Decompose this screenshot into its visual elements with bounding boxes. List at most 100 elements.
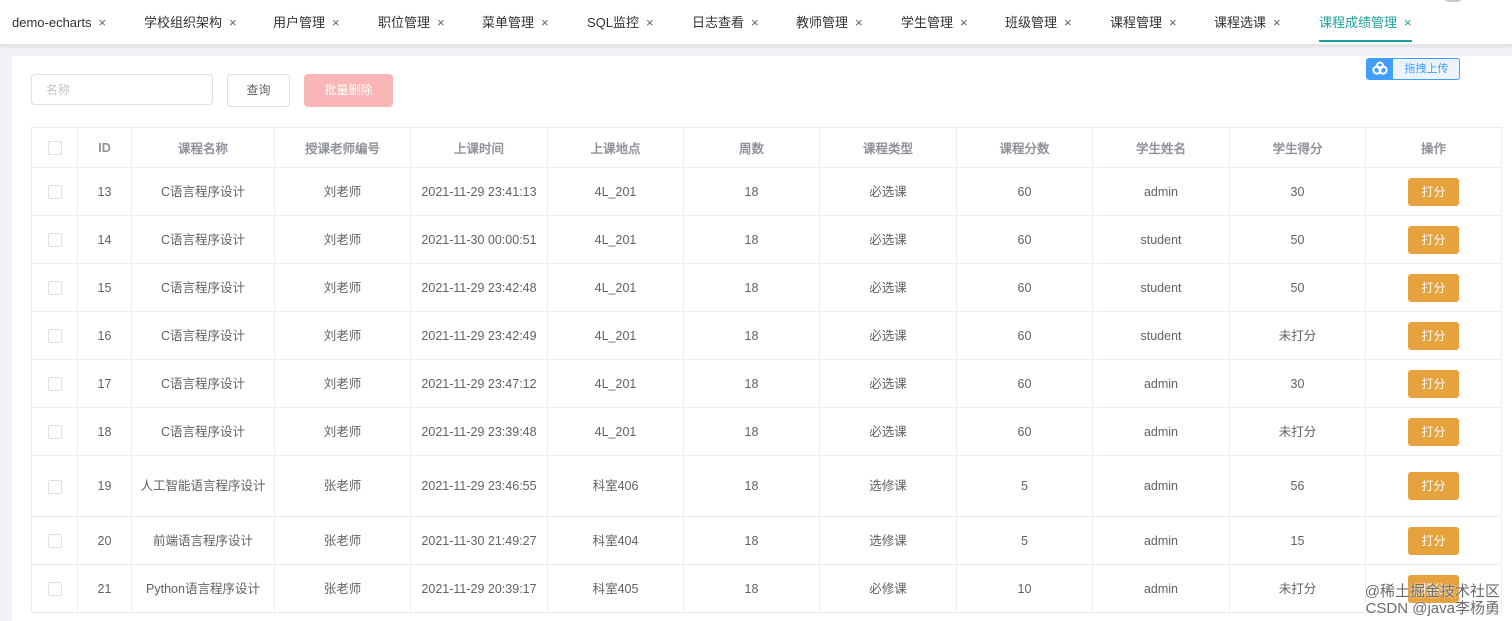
row-checkbox[interactable] [47, 425, 62, 440]
row-checkbox[interactable] [47, 377, 62, 392]
grade-button[interactable]: 打分 [1408, 417, 1459, 446]
table-cell: 2021-11-29 23:39:48 [410, 407, 548, 456]
tab-close-icon[interactable]: × [437, 15, 445, 30]
tab-close-icon[interactable]: × [855, 15, 863, 30]
table-cell: 刘老师 [274, 215, 411, 264]
tab-close-icon[interactable]: × [98, 15, 106, 30]
table-cell: 18 [683, 455, 820, 517]
row-checkbox[interactable] [47, 534, 62, 549]
row-checkbox[interactable] [47, 233, 62, 248]
table-cell: C语言程序设计 [131, 263, 275, 312]
row-checkbox[interactable] [47, 281, 62, 296]
row-checkbox[interactable] [47, 329, 62, 344]
select-all-checkbox[interactable] [47, 140, 62, 155]
column-header: 周数 [683, 127, 820, 168]
tab-13[interactable]: 课程成绩管理 × [1319, 0, 1412, 42]
table-cell: 13 [77, 167, 132, 216]
action-cell: 打分 [1365, 407, 1502, 456]
table-cell: admin [1092, 564, 1230, 613]
table-cell: C语言程序设计 [131, 311, 275, 360]
tab-5[interactable]: 菜单管理 × [482, 0, 549, 42]
tab-close-icon[interactable]: × [751, 15, 759, 30]
action-cell: 打分 [1365, 167, 1502, 216]
tab-12[interactable]: 课程选课 × [1214, 0, 1281, 42]
action-cell: 打分 [1365, 311, 1502, 360]
tab-7[interactable]: 日志查看 × [692, 0, 759, 42]
table-cell: 60 [956, 215, 1093, 264]
column-header: 上课地点 [547, 127, 684, 168]
table-cell: 刘老师 [274, 263, 411, 312]
action-cell: 打分 [1365, 455, 1502, 517]
tab-9[interactable]: 学生管理 × [901, 0, 968, 42]
baidu-cloud-icon [1367, 59, 1393, 79]
row-checkbox[interactable] [47, 582, 62, 597]
tab-11[interactable]: 课程管理 × [1110, 0, 1177, 42]
column-header: 授课老师编号 [274, 127, 411, 168]
tab-close-icon[interactable]: × [229, 15, 237, 30]
grade-button[interactable]: 打分 [1408, 177, 1459, 206]
tab-close-icon[interactable]: × [960, 15, 968, 30]
tab-1[interactable]: demo-echarts × [12, 0, 106, 42]
grade-button[interactable]: 打分 [1408, 321, 1459, 350]
grade-button[interactable]: 打分 [1408, 526, 1459, 555]
row-select-cell [31, 311, 78, 360]
tab-6[interactable]: SQL监控 × [587, 0, 654, 42]
table-cell: 2021-11-30 00:00:51 [410, 215, 548, 264]
drag-upload-button[interactable]: 拖拽上传 [1366, 58, 1460, 80]
search-input[interactable] [31, 74, 213, 105]
tab-label: 职位管理 [378, 15, 431, 30]
tab-3[interactable]: 用户管理 × [273, 0, 340, 42]
tab-2[interactable]: 学校组织架构 × [144, 0, 237, 42]
grade-button[interactable]: 打分 [1408, 225, 1459, 254]
tab-close-icon[interactable]: × [1404, 15, 1412, 30]
tab-label: 课程选课 [1214, 15, 1267, 30]
query-button[interactable]: 查询 [227, 74, 290, 107]
main-panel: 查询 批量删除 拖拽上传 ID [12, 56, 1512, 621]
table-cell: 2021-11-29 23:47:12 [410, 359, 548, 408]
tab-10[interactable]: 班级管理 × [1005, 0, 1072, 42]
table-cell: 未打分 [1229, 311, 1366, 360]
table-cell: 必选课 [819, 359, 957, 408]
tab-label: SQL监控 [587, 15, 640, 30]
tab-label: 学校组织架构 [144, 15, 223, 30]
tab-close-icon[interactable]: × [1273, 15, 1281, 30]
tab-close-icon[interactable]: × [332, 15, 340, 30]
tab-close-icon[interactable]: × [1169, 15, 1177, 30]
table-cell: 4L_201 [547, 407, 684, 456]
tab-close-icon[interactable]: × [646, 15, 654, 30]
tab-close-icon[interactable]: × [541, 15, 549, 30]
table-cell: admin [1092, 167, 1230, 216]
grade-button[interactable]: 打分 [1408, 369, 1459, 398]
batch-delete-button[interactable]: 批量删除 [304, 74, 393, 107]
row-checkbox[interactable] [47, 479, 62, 494]
row-checkbox[interactable] [47, 185, 62, 200]
table-row: 21 Python语言程序设计 张老师 2021-11-29 20:39:17 科室40… [31, 564, 1502, 613]
column-header: 学生姓名 [1092, 127, 1230, 168]
table-cell: 必选课 [819, 263, 957, 312]
table-cell: 刘老师 [274, 359, 411, 408]
table-cell: 18 [683, 311, 820, 360]
tab-label: 班级管理 [1005, 15, 1058, 30]
column-header: 操作 [1365, 127, 1502, 168]
table-cell: 18 [683, 263, 820, 312]
table-cell: 科室404 [547, 516, 684, 565]
row-select-cell [31, 407, 78, 456]
tab-4[interactable]: 职位管理 × [378, 0, 445, 42]
grade-button[interactable]: 打分 [1408, 472, 1459, 500]
grade-table-wrapper: ID 课程名称 授课老师编号 上课时间 上课地点 周数 课程类型 课程分数 学生… [31, 127, 1502, 613]
table-cell: 4L_201 [547, 215, 684, 264]
grade-button[interactable]: 打分 [1408, 273, 1459, 302]
tab-close-icon[interactable]: × [1064, 15, 1072, 30]
watermark-line-1: @稀土掘金技术社区 [1364, 583, 1500, 600]
table-cell: 刘老师 [274, 407, 411, 456]
table-cell: 刘老师 [274, 311, 411, 360]
row-select-cell [31, 359, 78, 408]
table-cell: 刘老师 [274, 167, 411, 216]
tab-8[interactable]: 教师管理 × [796, 0, 863, 42]
table-cell: admin [1092, 359, 1230, 408]
table-cell: 必选课 [819, 311, 957, 360]
table-cell: 60 [956, 311, 1093, 360]
table-cell: 18 [683, 215, 820, 264]
table-cell: Python语言程序设计 [131, 564, 275, 613]
table-row: 19 人工智能语言程序设计 张老师 2021-11-29 23:46:55 科室406 1… [31, 455, 1502, 517]
